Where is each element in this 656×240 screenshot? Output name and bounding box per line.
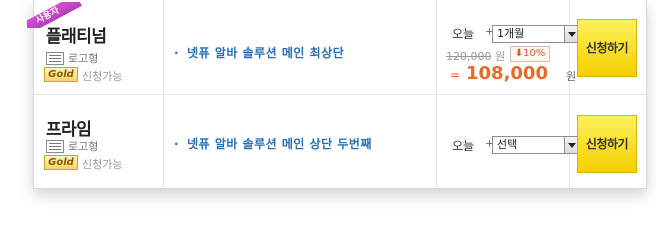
today-label: 오늘 (452, 139, 475, 153)
today-label: 오늘 (452, 27, 475, 41)
divider (436, 0, 437, 94)
original-price: 120,000 원 (446, 50, 506, 63)
bullet-dot-icon: · (174, 46, 180, 60)
gold-grade-badge: Gold (44, 67, 78, 82)
apply-status: 신청가능 (82, 158, 123, 171)
product-table: 사용자 플래티넘 로고형 Gold 신청가능 · 넷퓨 알바 솔루션 메인 최상단… (27, 0, 647, 189)
period-select-value: 선택 (497, 138, 518, 151)
arrow-down-icon: ⬇ (514, 48, 524, 59)
list-card-icon (46, 52, 64, 65)
product-name: 프라임 (46, 120, 92, 140)
product-row-platinum: 플래티넘 로고형 Gold 신청가능 · 넷퓨 알바 솔루션 메인 최상단 오늘 … (34, 0, 646, 95)
equals-sign: = (450, 68, 461, 82)
product-row-prime: 프라임 로고형 Gold 신청가능 · 넷퓨 알바 솔루션 메인 상단 두번째 오… (34, 95, 646, 188)
apply-button[interactable]: 신청하기 (577, 115, 637, 173)
divider (163, 0, 164, 94)
gold-grade-badge: Gold (44, 155, 78, 170)
divider (436, 95, 437, 188)
list-card-icon (46, 140, 64, 153)
bullet-dot-icon: · (174, 137, 180, 151)
product-description: · 넷퓨 알바 솔루션 메인 최상단 (174, 46, 345, 60)
logo-type-label: 로고형 (68, 52, 99, 65)
period-select[interactable]: 1개월 (492, 25, 580, 43)
final-price-unit: 원 (566, 70, 577, 83)
divider (163, 95, 164, 188)
product-description: · 넷퓨 알바 솔루션 메인 상단 두번째 (174, 137, 373, 151)
ribbon-label: 사용자 (27, 2, 82, 28)
apply-status: 신청가능 (82, 70, 123, 83)
discount-badge: ⬇10% (510, 46, 550, 62)
final-price: 108,000 (466, 63, 548, 84)
apply-button[interactable]: 신청하기 (577, 19, 637, 77)
logo-type-label: 로고형 (68, 140, 99, 153)
user-ribbon: 사용자 (27, 2, 85, 28)
period-select-value: 1개월 (497, 27, 525, 40)
period-select[interactable]: 선택 (492, 136, 580, 154)
